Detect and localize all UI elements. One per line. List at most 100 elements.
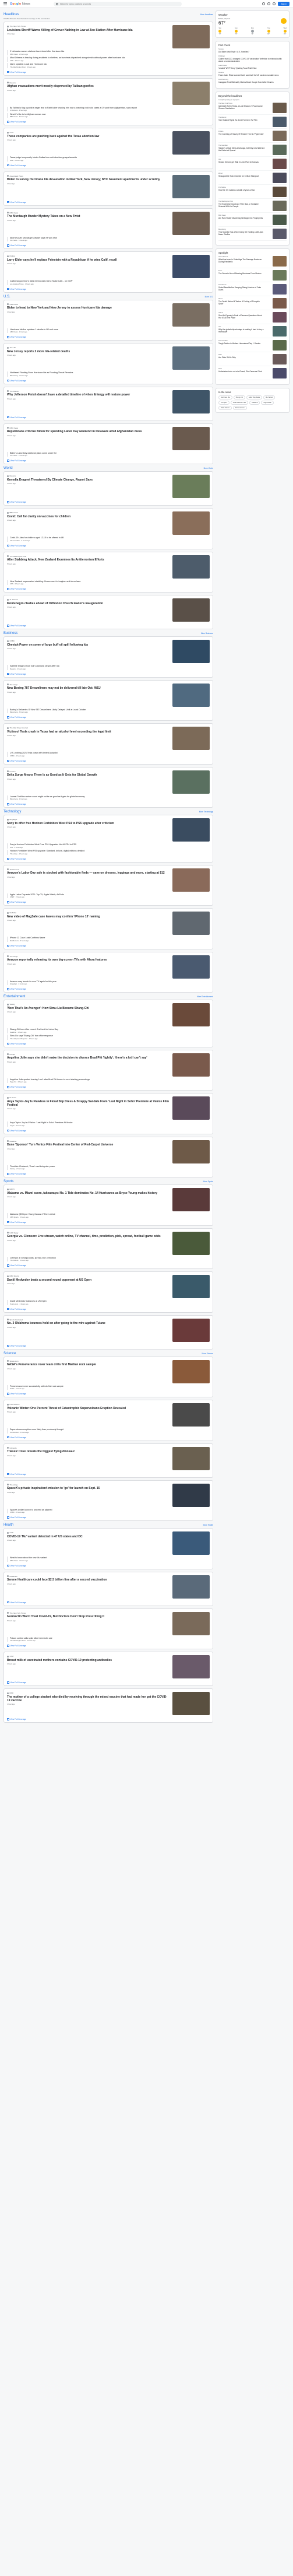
story-title[interactable]: The mother of a college student who died…: [7, 1695, 169, 1702]
story-thumbnail[interactable]: [172, 174, 210, 198]
more-link-world[interactable]: More World: [204, 467, 213, 469]
story-thumbnail[interactable]: [172, 1188, 210, 1211]
spotlight-thumbnail[interactable]: [273, 269, 287, 281]
story-title[interactable]: These companies are pushing back against…: [7, 135, 169, 138]
full-coverage-link[interactable]: View Full Coverage: [7, 458, 210, 462]
spotlight-thumbnail[interactable]: [273, 367, 287, 378]
full-coverage-link[interactable]: View Full Coverage: [7, 1344, 210, 1347]
related-article[interactable]: Angelina Jolie spotted leaving 'Loot' af…: [7, 1078, 210, 1083]
fact-check-item[interactable]: Lead Stories 'Leaked' WEF 'Deep' Quoting …: [218, 65, 287, 69]
story-thumbnail[interactable]: [172, 25, 210, 48]
story-title[interactable]: 'Now That's An Avenger': How Simu Liu Be…: [7, 1007, 169, 1010]
related-article[interactable]: iPhone 13 Case Leak Confirms Name MacRumo…: [7, 937, 210, 942]
full-coverage-link[interactable]: View Full Coverage: [7, 987, 210, 990]
topic-chip[interactable]: Mu Variant: [263, 395, 276, 399]
story-main[interactable]: CBS News Biden to head to New York and Ne…: [7, 303, 210, 327]
google-apps-icon[interactable]: [273, 2, 276, 5]
more-link-us[interactable]: More U.S.: [205, 296, 213, 298]
spotlight-item[interactable]: Slate Undertaker looks out at a Finest, E…: [218, 367, 287, 380]
story-thumbnail[interactable]: [172, 727, 210, 750]
section-title-entertainment[interactable]: Entertainment: [3, 995, 25, 998]
related-article[interactable]: Perseverance rover successfully collects…: [7, 1385, 210, 1390]
full-coverage-link[interactable]: View Full Coverage: [7, 335, 210, 338]
story-main[interactable]: The Wall Street Journal Victim of Tesla c…: [7, 727, 210, 750]
story-thumbnail[interactable]: [172, 1692, 210, 1715]
story-main[interactable]: E! News Anya Taylor-Joy Is Flawless in Fl…: [7, 1096, 210, 1120]
story-thumbnail[interactable]: [172, 955, 210, 979]
beyond-item[interactable]: Wired Shaugostville Has Drowned for Cells…: [218, 172, 287, 185]
beyond-title[interactable]: Should Seniors get Wait In Line/ Plan fo…: [218, 161, 265, 163]
story-title[interactable]: Alabama vs. Miami score, takeaways: No. …: [7, 1191, 169, 1195]
beyond-item[interactable]: ProPublica How the 1% evaded a wealth of …: [218, 186, 287, 199]
settings-gear-icon[interactable]: [267, 2, 271, 5]
story-main[interactable]: The Hill New Jersey reports 2 more Ida-re…: [7, 346, 210, 370]
story-main[interactable]: Variety 'Now That's An Avenger': How Simu…: [7, 1003, 210, 1026]
story-source[interactable]: USA Today: [7, 1232, 169, 1234]
story-thumbnail[interactable]: [172, 1483, 210, 1507]
story-source[interactable]: The Verge: [7, 955, 169, 958]
story-source[interactable]: CNN: [7, 131, 169, 134]
full-coverage-link[interactable]: View Full Coverage: [7, 1307, 210, 1310]
topic-chip[interactable]: Afghanistan: [261, 400, 274, 405]
story-source[interactable]: Associated Press: [7, 175, 169, 177]
related-article[interactable]: Sony's Horizon Forbidden West Free PS4 U…: [7, 843, 210, 849]
beyond-thumbnail[interactable]: [273, 200, 287, 211]
full-coverage-link[interactable]: View Full Coverage: [7, 415, 210, 419]
beyond-thumbnail[interactable]: [273, 116, 287, 127]
story-title[interactable]: New video of MagSafe case leaves may con…: [7, 915, 169, 919]
story-main[interactable]: CNN COVID-19 'Mu' variant detected in 47 …: [7, 1531, 210, 1555]
section-title-health[interactable]: Health: [3, 1523, 13, 1527]
full-coverage-link[interactable]: View Full Coverage: [7, 378, 210, 382]
story-thumbnail[interactable]: [172, 598, 210, 622]
related-article[interactable]: California governor's latest Democratic …: [7, 280, 210, 285]
full-coverage-link[interactable]: View Full Coverage: [7, 623, 210, 627]
full-coverage-link[interactable]: View Full Coverage: [7, 200, 210, 204]
story-source[interactable]: Fortune: [7, 770, 169, 773]
story-source[interactable]: TechCrunch: [7, 868, 169, 871]
story-title[interactable]: Kenedia Dragnet Threatened By Climate Ch…: [7, 478, 169, 482]
story-source[interactable]: The Verge: [7, 1484, 169, 1486]
beyond-title[interactable]: Shaugostville Has Drowned for Cells in M…: [218, 175, 265, 177]
story-title[interactable]: After Stabbing Attack, New Zealand Exami…: [7, 558, 169, 562]
story-thumbnail[interactable]: [172, 1318, 210, 1342]
beyond-item[interactable]: The Atlantic Tom Holland Fights Ta: Anne …: [218, 116, 287, 129]
story-title[interactable]: COVID-19 'Mu' variant detected in 47 US …: [7, 1535, 169, 1538]
story-thumbnail[interactable]: [172, 255, 210, 278]
story-thumbnail[interactable]: [172, 303, 210, 327]
story-thumbnail[interactable]: [172, 511, 210, 535]
full-coverage-link[interactable]: View Full Coverage: [7, 70, 210, 73]
section-title-world[interactable]: World: [3, 467, 13, 470]
fact-check-claim[interactable]: Claims that CDC changed COVID-19 'vaccin…: [218, 58, 287, 62]
spotlight-item[interactable]: Eater The Secret of tea of Brewing Busine…: [218, 269, 287, 282]
story-thumbnail[interactable]: [172, 555, 210, 579]
story-title[interactable]: Biden to survey Hurricane Ida devastatio…: [7, 178, 169, 181]
full-coverage-link[interactable]: View Full Coverage: [7, 672, 210, 675]
story-title[interactable]: Cheetah Power on some of large buff oil …: [7, 643, 169, 647]
more-link-science[interactable]: More Science: [202, 1352, 214, 1355]
story-title[interactable]: Breast milk of vaccinated mothers contai…: [7, 1659, 169, 1662]
story-source[interactable]: People: [7, 1053, 169, 1056]
story-title[interactable]: Sony to offer free Horizon Forbidden Wes…: [7, 822, 169, 825]
story-source[interactable]: Live Science: [7, 1403, 169, 1406]
story-main[interactable]: Al Jazeera Montenegro clashes ahead of Or…: [7, 598, 210, 622]
related-article[interactable]: New Zealand supermarket stabbing: Govern…: [7, 580, 210, 585]
related-article[interactable]: Simu Liu says 'Shang-Chi' box office res…: [7, 1035, 210, 1040]
related-article[interactable]: Shang-Chi box office record: 2nd best fo…: [7, 1028, 210, 1033]
story-main[interactable]: The New York Times Louisiana Sheriff Warn…: [7, 25, 210, 48]
related-article[interactable]: U.S. probing 2021 Tesla crash with limit…: [7, 752, 210, 757]
story-thumbnail[interactable]: [172, 475, 210, 498]
story-thumbnail[interactable]: [172, 1231, 210, 1255]
story-source[interactable]: Healthline: [7, 1575, 169, 1578]
story-source[interactable]: The Atlantic: [7, 390, 169, 392]
spotlight-item[interactable]: NPR Are Pluto Still Is Ship: [218, 353, 287, 366]
coverage-note[interactable]: COVID-19 news: See the latest coverage o…: [3, 17, 213, 20]
full-coverage-link[interactable]: View Full Coverage: [7, 1042, 210, 1045]
story-main[interactable]: Fortune Delta Surge Means There Is as Goo…: [7, 770, 210, 794]
full-coverage-link[interactable]: View Full Coverage: [7, 1564, 210, 1567]
story-thumbnail[interactable]: [172, 1053, 210, 1077]
spotlight-thumbnail[interactable]: [273, 353, 287, 365]
full-coverage-link[interactable]: View Full Coverage: [7, 287, 210, 290]
related-article[interactable]: Timothée Chalamet, 'Dune' cast bring sta…: [7, 1165, 210, 1170]
story-thumbnail[interactable]: [172, 1275, 210, 1298]
full-coverage-link[interactable]: View Full Coverage: [7, 120, 210, 123]
